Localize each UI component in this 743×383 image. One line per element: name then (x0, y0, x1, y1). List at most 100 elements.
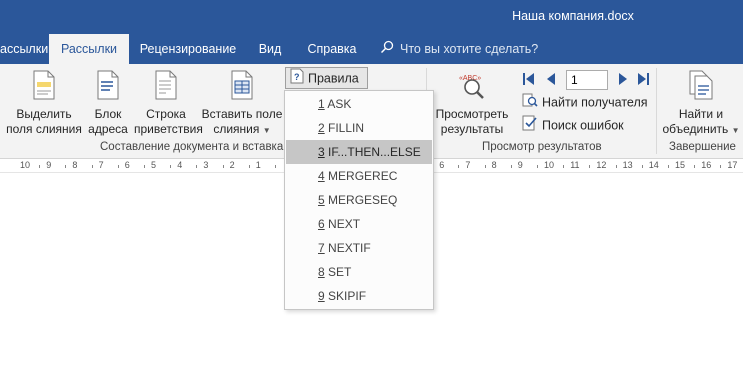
rules-menu-item[interactable]: 4 MERGEREC (286, 164, 432, 188)
next-record-icon[interactable] (616, 70, 630, 88)
ruler-tick (274, 165, 276, 168)
tab-view[interactable]: Вид (250, 34, 290, 64)
previous-record-icon[interactable] (544, 70, 558, 88)
ruler-number: 12 (596, 160, 607, 170)
rules-label: Правила (308, 71, 359, 86)
document-title: Наша компания.docx (512, 9, 634, 23)
ruler-tick (91, 165, 93, 168)
ruler-number: 3 (203, 160, 209, 170)
greeting-line-button[interactable]: Строка приветствия (134, 70, 203, 137)
rules-menu-item[interactable]: 6 NEXT (286, 212, 432, 236)
preview-results-label-1: Просмотреть (435, 107, 509, 121)
last-record-icon[interactable] (636, 70, 650, 88)
tab-review[interactable]: Рецензирование (134, 34, 242, 64)
tab-mailings[interactable]: Рассылки (49, 34, 129, 64)
rules-menu-item[interactable]: 3 IF...THEN...ELSE (286, 140, 432, 164)
rules-menu-item[interactable]: 9 SKIPIF (286, 284, 432, 308)
group-label-preview: Просмотр результатов (482, 141, 602, 153)
finish-merge-label-2: объединить ▼ (660, 122, 742, 138)
ruler-number: 15 (675, 160, 686, 170)
menu-item-label: SET (324, 265, 352, 279)
ruler-tick (39, 165, 41, 168)
ruler-number: 14 (648, 160, 659, 170)
ruler-tick (536, 165, 538, 168)
tell-me-placeholder: Что вы хотите сделать? (400, 42, 539, 56)
preview-results-label-2: результаты (440, 122, 504, 136)
rules-menu-item[interactable]: 1 ASK (286, 92, 432, 116)
rules-menu-item[interactable]: 7 NEXTIF (286, 236, 432, 260)
highlight-merge-fields-button[interactable]: Выделить поля слияния (4, 70, 84, 137)
menu-item-label: ASK (324, 97, 352, 111)
rules-menu-item[interactable]: 2 FILLIN (286, 116, 432, 140)
svg-text:?: ? (294, 72, 300, 82)
ruler-tick (694, 165, 696, 168)
menu-item-label: SKIPIF (324, 289, 367, 303)
first-record-icon[interactable] (522, 70, 536, 88)
menu-item-accelerator: 5 (318, 193, 325, 207)
ruler-number: 8 (72, 160, 78, 170)
ruler-tick (458, 165, 460, 168)
menu-item-accelerator: 8 (318, 265, 325, 279)
rules-dropdown-menu: 1 ASK 2 FILLIN 3 IF...THEN...ELSE 4 MERGERE… (284, 90, 434, 310)
ruler-number: 5 (151, 160, 157, 170)
greeting-line-label-2: приветствия (134, 122, 203, 136)
ruler-tick (248, 165, 250, 168)
chevron-down-icon: ▼ (731, 126, 740, 135)
ruler-tick (196, 165, 198, 168)
ruler-tick (720, 165, 722, 168)
menu-item-label: NEXTIF (324, 241, 371, 255)
ruler-number: 13 (622, 160, 633, 170)
menu-item-label: IF...THEN...ELSE (324, 145, 421, 159)
rules-menu-item[interactable]: 5 MERGESEQ (286, 188, 432, 212)
tell-me-box[interactable]: Что вы хотите сделать? (380, 34, 538, 64)
rules-menu-item[interactable]: 8 SET (286, 260, 432, 284)
highlight-fields-label-2: поля слияния (6, 122, 82, 136)
rules-icon: ? (290, 68, 304, 90)
menu-item-accelerator: 9 (318, 289, 325, 303)
menu-item-accelerator: 6 (318, 217, 325, 231)
record-number-input[interactable] (566, 70, 608, 90)
menu-item-label: NEXT (324, 217, 361, 231)
ruler-number: 2 (229, 160, 235, 170)
ruler-number: 4 (177, 160, 183, 170)
menu-item-accelerator: 3 (318, 145, 325, 159)
address-block-label-2: адреса (88, 122, 128, 136)
ruler-tick (65, 165, 67, 168)
menu-item-accelerator: 2 (318, 121, 325, 135)
ruler-number: 17 (727, 160, 738, 170)
greeting-line-label-1: Строка (146, 107, 186, 121)
ruler-number: 6 (124, 160, 130, 170)
ruler-number: 10 (544, 160, 555, 170)
ruler-number: 7 (465, 160, 471, 170)
address-block-icon (86, 70, 130, 103)
check-errors-icon (522, 115, 538, 137)
menu-item-label: MERGEREC (324, 169, 398, 183)
group-label-finish: Завершение (669, 141, 736, 153)
menu-item-label: FILLIN (324, 121, 365, 135)
rules-button[interactable]: ? Правила ▼ (285, 67, 368, 106)
ruler-tick (641, 165, 643, 168)
finish-merge-button[interactable]: Найти и объединить ▼ (660, 70, 742, 138)
ruler-number: 16 (701, 160, 712, 170)
tab-help[interactable]: Справка (298, 34, 366, 64)
ruler-number: 9 (517, 160, 523, 170)
highlight-fields-icon (4, 70, 84, 103)
ruler-tick (510, 165, 512, 168)
insert-merge-field-button[interactable]: Вставить поле слияния ▼ (200, 70, 284, 138)
ruler-number: 8 (491, 160, 497, 170)
ruler-tick (563, 165, 565, 168)
ruler-tick (117, 165, 119, 168)
ruler-tick (615, 165, 617, 168)
finish-merge-label-2-text: объединить (662, 122, 729, 136)
finish-merge-label-1: Найти и (678, 107, 724, 121)
greeting-line-icon (134, 70, 198, 103)
insert-field-label-1: Вставить поле (201, 107, 283, 121)
ribbon-tab-row: ассылки Рассылки Рецензирование Вид Спра… (0, 34, 743, 64)
tab-references-partial[interactable]: ассылки (0, 34, 48, 64)
check-errors-button[interactable]: Поиск ошибок (522, 115, 624, 135)
highlight-fields-label-1: Выделить (16, 107, 72, 121)
address-block-button[interactable]: Блок адреса (86, 70, 130, 137)
find-recipient-button[interactable]: Найти получателя (522, 92, 648, 112)
insert-field-label-2: слияния ▼ (200, 122, 284, 138)
preview-results-button[interactable]: «ABC» Просмотреть результаты (430, 70, 514, 137)
